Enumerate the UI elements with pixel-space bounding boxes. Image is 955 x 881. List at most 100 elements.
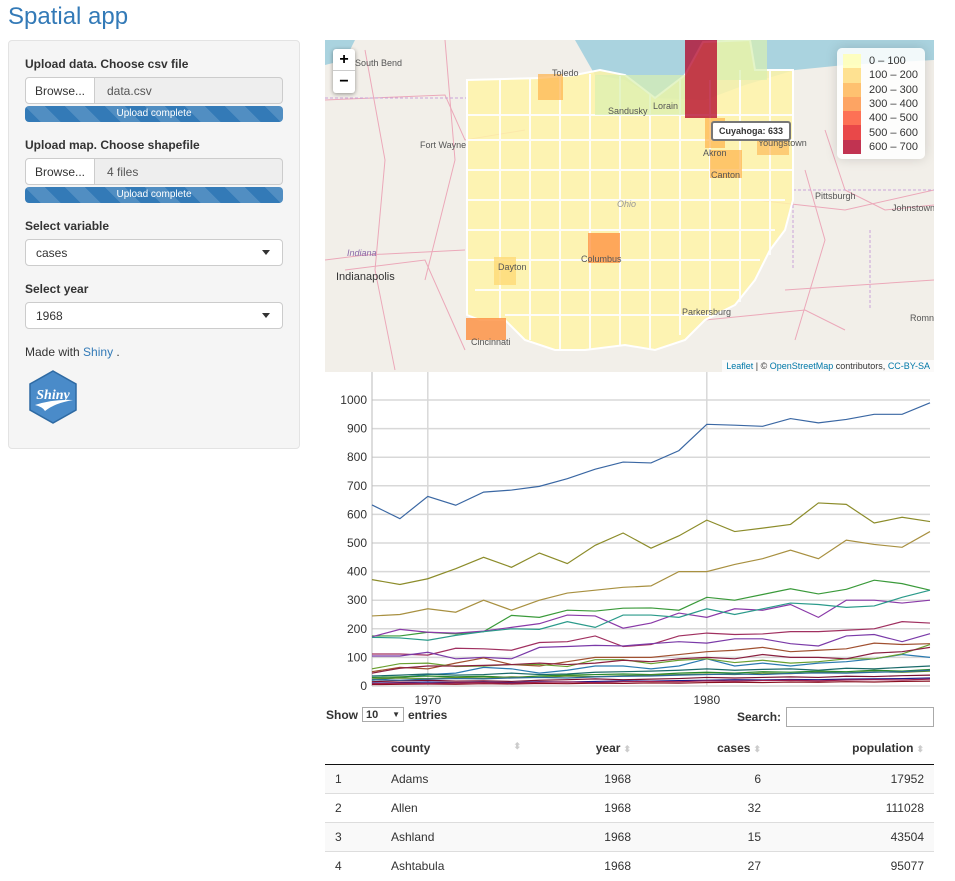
cell-county: Ashland xyxy=(381,821,531,851)
year-select[interactable]: 1968 xyxy=(25,302,283,329)
place-label: Cincinnati xyxy=(471,337,511,347)
column-header-county[interactable]: county ⬍ xyxy=(381,733,531,765)
search-input[interactable] xyxy=(786,707,935,727)
legend-item: 100 – 200 xyxy=(843,68,919,83)
cell-index: 4 xyxy=(325,850,381,880)
legend-item: 200 – 300 xyxy=(843,82,919,97)
cell-county: Adams xyxy=(381,763,531,793)
dropdown-arrow-icon: ▼ xyxy=(392,710,400,719)
page-length-select[interactable]: 10 ▼ xyxy=(362,707,404,722)
legend-swatch xyxy=(843,54,861,69)
variable-select[interactable]: cases xyxy=(25,239,283,266)
leaflet-map[interactable]: South Bend Toledo Sandusky Lorain Akron … xyxy=(325,40,934,372)
legend-item: 300 – 400 xyxy=(843,96,919,112)
table-header-row: county ⬍ year ⬍ cases ⬍ population ⬍ xyxy=(325,733,934,765)
legend-item: 400 – 500 xyxy=(843,111,919,126)
y-tick-label: 500 xyxy=(347,536,367,550)
legend-swatch xyxy=(843,139,861,155)
shiny-link[interactable]: Shiny xyxy=(83,345,113,359)
series-line-s8[interactable] xyxy=(372,633,931,660)
place-label: Ohio xyxy=(617,199,637,209)
map-upload-progress: Upload complete xyxy=(25,187,283,203)
cell-population: 43504 xyxy=(771,821,934,851)
legend-label: 400 – 500 xyxy=(869,112,918,125)
osm-link[interactable]: OpenStreetMap xyxy=(770,361,834,371)
cell-county: Allen xyxy=(381,792,531,822)
y-tick-label: 300 xyxy=(347,593,367,607)
search-label: Search: xyxy=(737,710,782,724)
place-label: Columbus xyxy=(581,254,622,264)
variable-select-group: Select variable cases xyxy=(25,219,283,266)
map-upload-label: Upload map. Choose shapefile xyxy=(25,138,200,152)
map-browse-button[interactable]: Browse... xyxy=(25,158,95,185)
map-upload-group: Upload map. Choose shapefile Browse... 4… xyxy=(25,138,283,203)
legend-swatch xyxy=(843,68,861,83)
table-length-control: Show 10 ▼ entries xyxy=(326,707,447,722)
column-header-index xyxy=(325,733,381,765)
y-tick-label: 200 xyxy=(347,622,367,636)
series-line-s1[interactable] xyxy=(371,402,931,520)
made-with-text: Made with Shiny . xyxy=(25,345,283,359)
place-label: Fort Wayne xyxy=(420,140,467,150)
legend-swatch xyxy=(843,82,861,97)
variable-select-label: Select variable xyxy=(25,219,110,233)
legend-item: 0 – 100 xyxy=(843,54,919,69)
data-browse-button[interactable]: Browse... xyxy=(25,77,95,104)
data-upload-label: Upload data. Choose csv file xyxy=(25,57,189,71)
leaflet-link[interactable]: Leaflet xyxy=(726,361,753,371)
x-tick-label: 1970 xyxy=(414,693,441,707)
series-line-s4[interactable] xyxy=(372,579,931,637)
place-label: Canton xyxy=(711,170,741,180)
table-row[interactable]: 4 Ashtabula 1968 27 95077 xyxy=(325,850,934,880)
cell-year: 1968 xyxy=(531,850,641,880)
place-label: Toledo xyxy=(552,68,579,78)
y-tick-label: 800 xyxy=(347,450,367,464)
series-line-s5[interactable] xyxy=(371,599,931,638)
cell-cases: 6 xyxy=(641,763,771,793)
map-file-input: Browse... 4 files xyxy=(25,158,283,185)
legend-label: 500 – 600 xyxy=(869,126,918,139)
data-table: county ⬍ year ⬍ cases ⬍ population ⬍ 1 Adams… xyxy=(325,733,934,880)
county-cuyahoga xyxy=(685,40,717,118)
map-attribution: Leaflet | © OpenStreetMap contributors, … xyxy=(722,360,934,372)
y-tick-label: 700 xyxy=(347,479,367,493)
table-row[interactable]: 3 Ashland 1968 15 43504 xyxy=(325,821,934,851)
cell-year: 1968 xyxy=(531,763,641,793)
place-label: Romney xyxy=(910,313,934,323)
table-search: Search: xyxy=(737,707,935,727)
cell-population: 17952 xyxy=(771,763,934,793)
cell-index: 3 xyxy=(325,821,381,851)
shiny-logo-icon[interactable]: Shiny xyxy=(25,369,81,425)
legend-label: 0 – 100 xyxy=(869,55,906,68)
zoom-out-button[interactable]: − xyxy=(333,71,355,93)
year-select-label: Select year xyxy=(25,282,89,296)
column-header-cases[interactable]: cases ⬍ xyxy=(641,733,771,765)
table-row[interactable]: 1 Adams 1968 6 17952 xyxy=(325,763,934,793)
place-label: Sandusky xyxy=(608,106,648,116)
cell-county: Ashtabula xyxy=(381,850,531,880)
legend-label: 200 – 300 xyxy=(869,83,918,96)
column-header-population[interactable]: population ⬍ xyxy=(771,733,934,765)
caret-down-icon xyxy=(262,250,270,255)
cell-cases: 32 xyxy=(641,792,771,822)
place-label: South Bend xyxy=(355,58,403,68)
license-link[interactable]: CC-BY-SA xyxy=(888,361,930,371)
cell-cases: 27 xyxy=(641,850,771,880)
zoom-in-button[interactable]: + xyxy=(333,49,355,71)
place-label: Akron xyxy=(703,148,727,158)
table-row[interactable]: 2 Allen 1968 32 111028 xyxy=(325,792,934,822)
legend-label: 600 – 700 xyxy=(869,140,918,153)
legend-label: 300 – 400 xyxy=(869,98,918,111)
page-length-value: 10 xyxy=(366,708,379,721)
place-label: Parkersburg xyxy=(682,307,732,317)
series-line-s7[interactable] xyxy=(372,621,931,656)
cell-population: 111028 xyxy=(771,792,934,822)
y-tick-label: 0 xyxy=(360,679,367,693)
series-line-s3[interactable] xyxy=(371,531,931,617)
map-zoom-control: + − xyxy=(333,49,355,93)
length-suffix: entries xyxy=(408,707,448,722)
y-tick-label: 600 xyxy=(347,507,367,521)
column-header-year[interactable]: year ⬍ xyxy=(531,733,641,765)
legend-swatch xyxy=(843,111,861,126)
attribution-sep: | © xyxy=(753,361,770,371)
